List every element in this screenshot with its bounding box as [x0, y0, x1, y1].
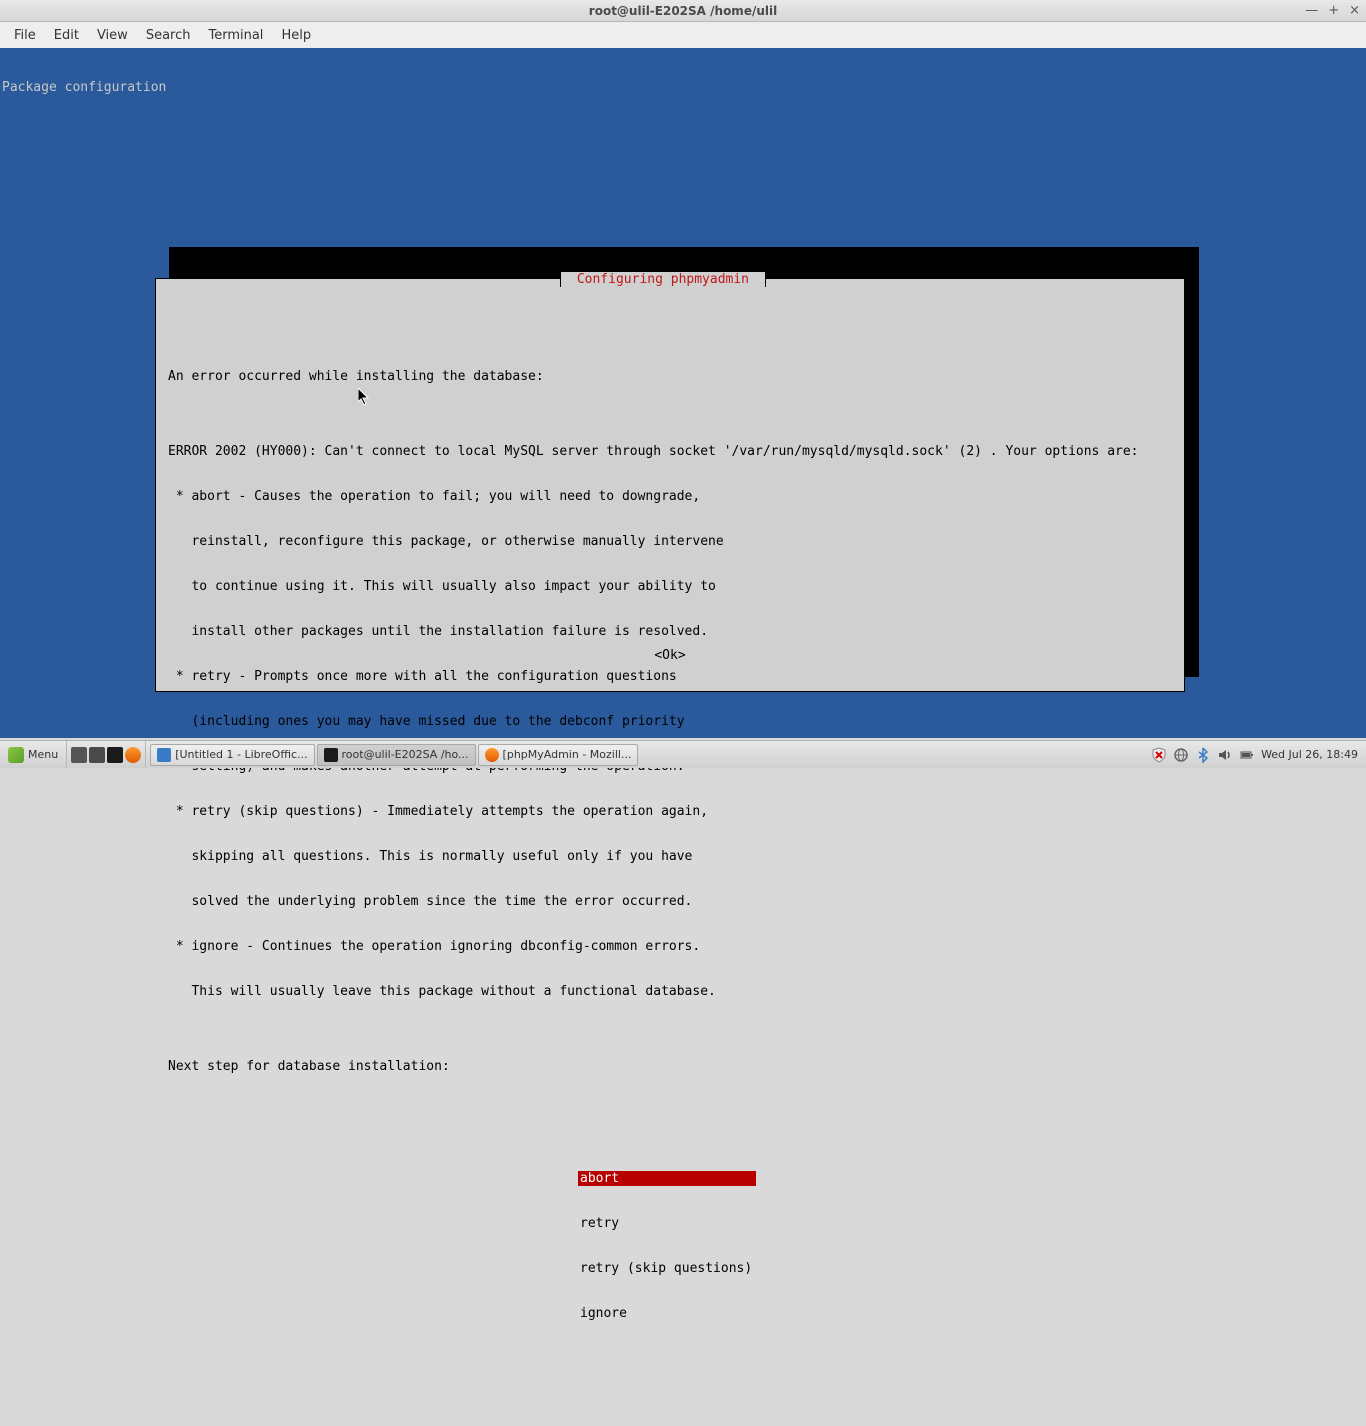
package-config-header: Package configuration — [2, 80, 1364, 95]
menu-search[interactable]: Search — [138, 25, 199, 46]
dialog-title: Configuring phpmyadmin — [560, 271, 766, 287]
taskbar: Menu [Untitled 1 - LibreOffic... root@ul… — [0, 740, 1366, 768]
dialog-text-line: reinstall, reconfigure this package, or … — [168, 534, 1172, 549]
minimize-button[interactable]: — — [1305, 3, 1318, 18]
task-libreoffice[interactable]: [Untitled 1 - LibreOffic... — [150, 744, 314, 766]
dialog-text-line: to continue using it. This will usually … — [168, 579, 1172, 594]
task-label: [phpMyAdmin - Mozill... — [503, 748, 632, 761]
task-terminal[interactable]: root@ulil-E202SA /ho... — [317, 744, 476, 766]
mint-logo-icon — [8, 747, 24, 763]
dialog-text-line: * abort - Causes the operation to fail; … — [168, 489, 1172, 504]
dialog-container: Configuring phpmyadmin An error occurred… — [155, 233, 1195, 722]
dialog-text-line: * retry (skip questions) - Immediately a… — [168, 804, 1172, 819]
bluetooth-icon[interactable] — [1195, 747, 1211, 763]
menu-file[interactable]: File — [6, 25, 44, 46]
menu-view[interactable]: View — [89, 25, 136, 46]
terminal-area[interactable]: Package configuration Configuring phpmya… — [0, 48, 1366, 738]
firefox-icon — [485, 748, 499, 762]
dialog-text-line: This will usually leave this package wit… — [168, 984, 1172, 999]
terminal-icon[interactable] — [107, 747, 123, 763]
update-shield-icon[interactable] — [1151, 747, 1167, 763]
dialog-text-line: (including ones you may have missed due … — [168, 714, 1172, 729]
task-label: root@ulil-E202SA /ho... — [342, 748, 469, 761]
dialog-text-line: ERROR 2002 (HY000): Can't connect to loc… — [168, 444, 1172, 459]
firefox-icon[interactable] — [125, 747, 141, 763]
dialog-text-line: Next step for database installation: — [168, 1059, 1172, 1074]
network-icon[interactable] — [1173, 747, 1189, 763]
option-ignore[interactable]: ignore — [578, 1306, 756, 1321]
options-list: abort retry retry (skip questions) ignor… — [578, 1141, 1172, 1351]
task-firefox[interactable]: [phpMyAdmin - Mozill... — [478, 744, 639, 766]
dialog-body: An error occurred while installing the d… — [156, 324, 1184, 1381]
menu-terminal[interactable]: Terminal — [200, 25, 271, 46]
task-label: [Untitled 1 - LibreOffic... — [175, 748, 307, 761]
libreoffice-writer-icon — [157, 748, 171, 762]
ok-button[interactable]: <Ok> — [654, 648, 685, 663]
option-abort[interactable]: abort — [578, 1171, 756, 1186]
start-menu-label: Menu — [28, 748, 58, 761]
terminal-icon — [324, 748, 338, 762]
option-retry-skip[interactable]: retry (skip questions) — [578, 1261, 756, 1276]
dialog-text-line: solved the underlying problem since the … — [168, 894, 1172, 909]
start-menu-button[interactable]: Menu — [0, 741, 67, 768]
menu-bar: File Edit View Search Terminal Help — [0, 22, 1366, 48]
option-retry[interactable]: retry — [578, 1216, 756, 1231]
close-button[interactable]: × — [1349, 3, 1360, 18]
dialog-text-line: skipping all questions. This is normally… — [168, 849, 1172, 864]
menu-edit[interactable]: Edit — [46, 25, 87, 46]
taskbar-clock[interactable]: Wed Jul 26, 18:49 — [1261, 748, 1358, 761]
menu-help[interactable]: Help — [273, 25, 319, 46]
file-manager-icon[interactable] — [89, 747, 105, 763]
window-titlebar: root@ulil-E202SA /home/ulil — + × — [0, 0, 1366, 22]
maximize-button[interactable]: + — [1328, 3, 1339, 18]
volume-icon[interactable] — [1217, 747, 1233, 763]
show-desktop-icon[interactable] — [71, 747, 87, 763]
quick-launch — [67, 741, 146, 768]
dialog-text-line: An error occurred while installing the d… — [168, 369, 1172, 384]
window-controls: — + × — [1305, 3, 1360, 18]
dialog-text-line: * ignore - Continues the operation ignor… — [168, 939, 1172, 954]
task-list: [Untitled 1 - LibreOffic... root@ulil-E2… — [146, 741, 1143, 768]
battery-icon[interactable] — [1239, 747, 1255, 763]
configure-phpmyadmin-dialog: Configuring phpmyadmin An error occurred… — [155, 278, 1185, 692]
dialog-text-line: install other packages until the install… — [168, 624, 1172, 639]
window-title: root@ulil-E202SA /home/ulil — [589, 4, 777, 18]
dialog-text-line: * retry - Prompts once more with all the… — [168, 669, 1172, 684]
system-tray: Wed Jul 26, 18:49 — [1143, 747, 1366, 763]
